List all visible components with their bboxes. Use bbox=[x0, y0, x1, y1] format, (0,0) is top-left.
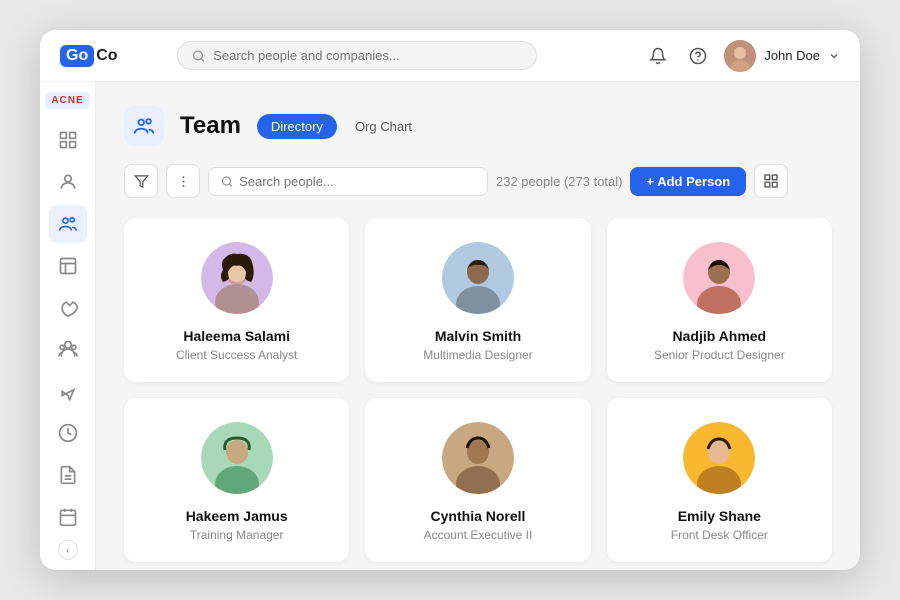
sidebar-collapse-button[interactable]: ‹ bbox=[58, 540, 78, 560]
person-card-emily[interactable]: Emily Shane Front Desk Officer bbox=[607, 398, 832, 562]
people-grid: Haleema Salami Client Success Analyst Mal… bbox=[124, 218, 832, 562]
person-role-nadjib: Senior Product Designer bbox=[654, 348, 785, 362]
avatar-nadjib bbox=[683, 242, 755, 314]
sidebar-item-profile[interactable] bbox=[49, 163, 87, 201]
avatar-hakeem bbox=[201, 422, 273, 494]
person-name-malvin: Malvin Smith bbox=[435, 328, 521, 344]
sidebar-item-people[interactable] bbox=[49, 331, 87, 369]
sidebar-item-benefits[interactable] bbox=[49, 289, 87, 327]
sidebar-item-reports[interactable] bbox=[49, 247, 87, 285]
people-search-bar[interactable] bbox=[208, 167, 488, 196]
sidebar-item-documents[interactable] bbox=[49, 456, 87, 494]
header-right: John Doe bbox=[644, 40, 840, 72]
avatar-haleema bbox=[201, 242, 273, 314]
tab-directory[interactable]: Directory bbox=[257, 114, 337, 139]
avatar-malvin bbox=[442, 242, 514, 314]
app-header: Go Co bbox=[40, 30, 860, 82]
person-role-malvin: Multimedia Designer bbox=[423, 348, 532, 362]
sidebar: ACNE bbox=[40, 82, 96, 570]
person-name-emily: Emily Shane bbox=[678, 508, 761, 524]
person-role-haleema: Client Success Analyst bbox=[176, 348, 297, 362]
people-count-label: 232 people (273 total) bbox=[496, 174, 622, 189]
help-button[interactable] bbox=[684, 42, 712, 70]
person-card-cynthia[interactable]: Cynthia Norell Account Executive II bbox=[365, 398, 590, 562]
person-role-emily: Front Desk Officer bbox=[671, 528, 768, 542]
sidebar-item-calendar[interactable] bbox=[49, 498, 87, 536]
logo-go: Go bbox=[60, 45, 94, 67]
person-role-hakeem: Training Manager bbox=[190, 528, 284, 542]
search-icon bbox=[192, 49, 205, 63]
page-title: Team bbox=[180, 112, 241, 140]
person-name-nadjib: Nadjib Ahmed bbox=[673, 328, 767, 344]
person-name-hakeem: Hakeem Jamus bbox=[186, 508, 288, 524]
search-icon-toolbar bbox=[221, 175, 233, 188]
app-body: ACNE bbox=[40, 82, 860, 570]
filter-button[interactable] bbox=[124, 164, 158, 198]
tab-org-chart[interactable]: Org Chart bbox=[341, 114, 426, 139]
person-card-haleema[interactable]: Haleema Salami Client Success Analyst bbox=[124, 218, 349, 382]
grid-view-button[interactable] bbox=[754, 164, 788, 198]
person-card-malvin[interactable]: Malvin Smith Multimedia Designer bbox=[365, 218, 590, 382]
sidebar-item-team[interactable] bbox=[49, 205, 87, 243]
avatar-emily bbox=[683, 422, 755, 494]
person-name-cynthia: Cynthia Norell bbox=[431, 508, 526, 524]
person-name-haleema: Haleema Salami bbox=[183, 328, 290, 344]
toolbar: 232 people (273 total) + Add Person bbox=[124, 164, 832, 198]
chevron-down-icon bbox=[828, 50, 840, 62]
logo-co: Co bbox=[96, 47, 117, 65]
page-header-icon bbox=[124, 106, 164, 146]
company-badge[interactable]: ACNE bbox=[45, 92, 89, 109]
options-button[interactable] bbox=[166, 164, 200, 198]
global-search-bar[interactable] bbox=[177, 41, 537, 70]
user-name-label: John Doe bbox=[764, 48, 820, 63]
person-card-hakeem[interactable]: Hakeem Jamus Training Manager bbox=[124, 398, 349, 562]
user-avatar bbox=[724, 40, 756, 72]
main-content: Team Directory Org Chart bbox=[96, 82, 860, 570]
notification-bell-button[interactable] bbox=[644, 42, 672, 70]
avatar-cynthia bbox=[442, 422, 514, 494]
user-menu[interactable]: John Doe bbox=[724, 40, 840, 72]
sidebar-item-timeoff[interactable] bbox=[49, 372, 87, 410]
logo[interactable]: Go Co bbox=[60, 45, 118, 67]
person-role-cynthia: Account Executive II bbox=[424, 528, 533, 542]
person-card-nadjib[interactable]: Nadjib Ahmed Senior Product Designer bbox=[607, 218, 832, 382]
sidebar-item-dashboard[interactable] bbox=[49, 121, 87, 159]
people-search-input[interactable] bbox=[239, 174, 475, 189]
sidebar-item-time[interactable] bbox=[49, 414, 87, 452]
page-tabs: Directory Org Chart bbox=[257, 114, 426, 139]
add-person-button[interactable]: + Add Person bbox=[630, 167, 746, 196]
global-search-input[interactable] bbox=[213, 48, 522, 63]
page-header: Team Directory Org Chart bbox=[124, 106, 832, 146]
